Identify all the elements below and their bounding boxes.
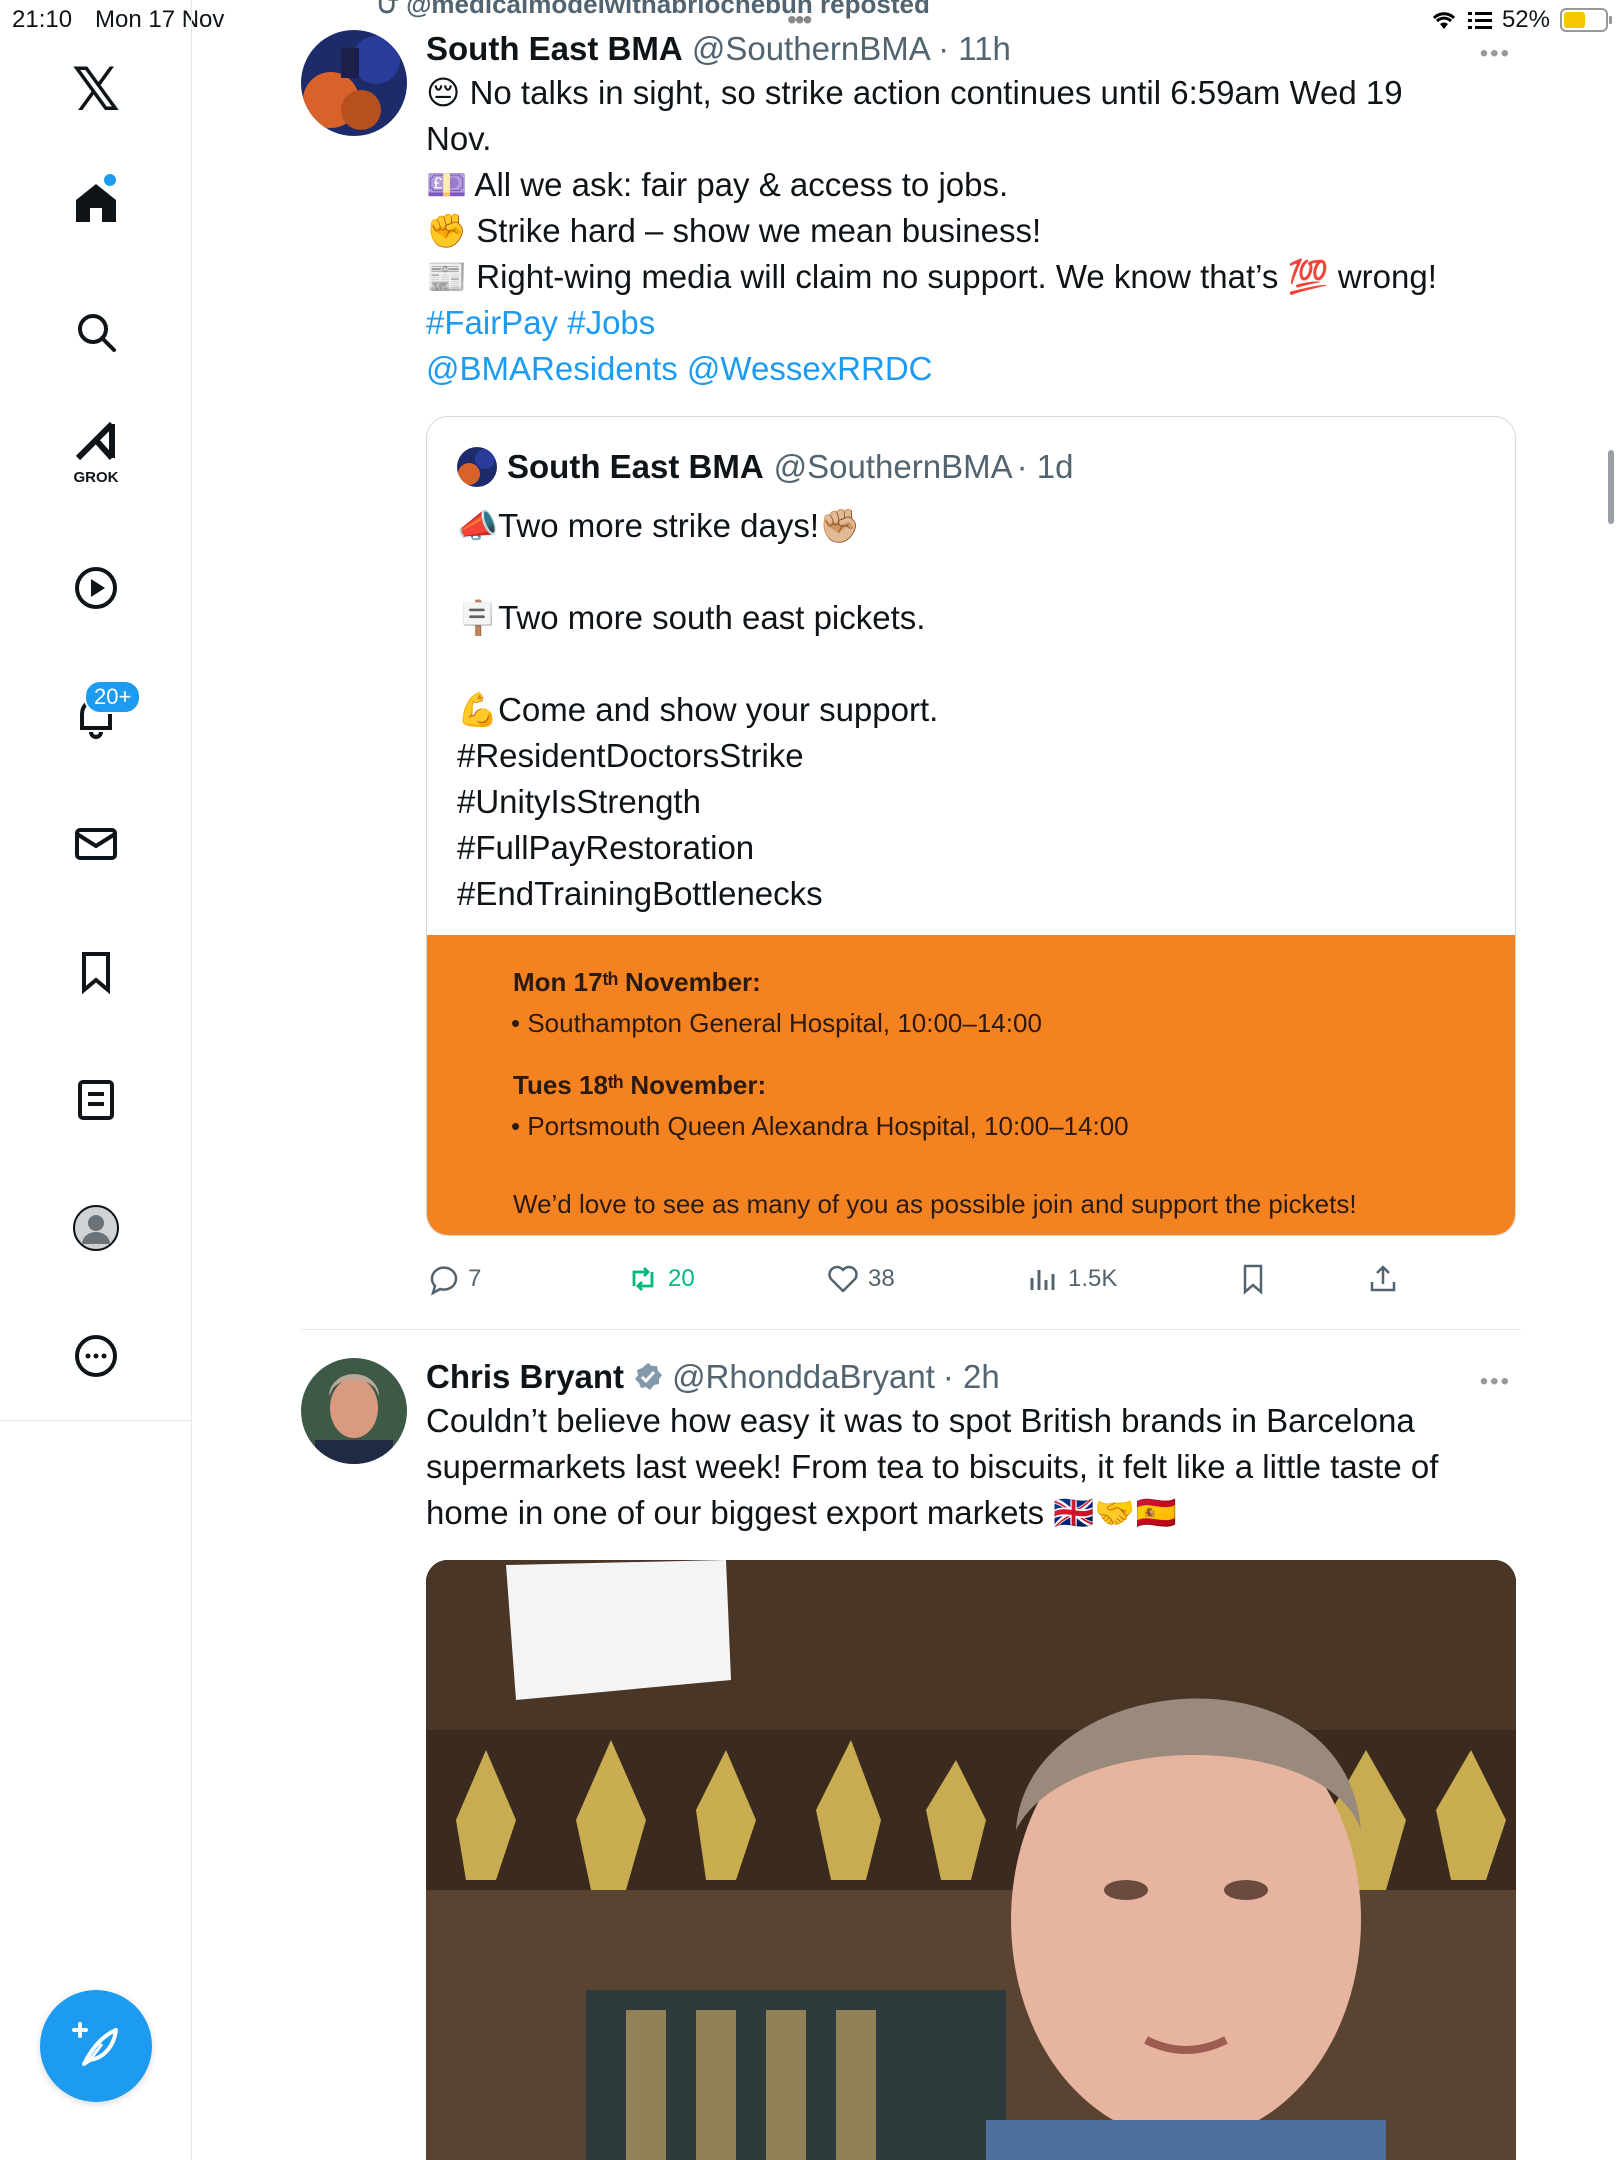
repost-banner[interactable]: ⮍ @medicalmodelwithabriochebun reposted: [378, 0, 930, 30]
tweet-divider: [301, 1329, 1521, 1330]
reply-icon: [430, 1266, 458, 1296]
quoted-hashtag: #UnityIsStrength: [457, 783, 701, 820]
quoted-tweet[interactable]: South East BMA @SouthernBMA · 1d 📣Two mo…: [426, 416, 1516, 1236]
compose-post-button[interactable]: [40, 1990, 152, 2102]
flyer-day1-title: Mon 17ᵗʰ November:: [513, 967, 761, 997]
tweet-text: 😔 No talks in sight, so strike action co…: [426, 70, 1516, 392]
profile-avatar-icon[interactable]: [56, 1188, 136, 1268]
tweet-line: Couldn’t believe how easy it was to spot…: [426, 1402, 1415, 1439]
quoted-tweet-header: South East BMA @SouthernBMA · 1d: [457, 447, 1074, 487]
quoted-line: [457, 641, 938, 687]
tweet-line: 💷 All we ask: fair pay & access to jobs.: [426, 166, 1009, 203]
tweet-line: home in one of our biggest export market…: [426, 1494, 1177, 1531]
quoted-line: [457, 549, 938, 595]
bookmark-icon[interactable]: [56, 932, 136, 1012]
mention-links[interactable]: @BMAResidents @WessexRRDC: [426, 346, 1516, 392]
quoted-hashtag: #FullPayRestoration: [457, 829, 755, 866]
more-options-icon[interactable]: •••: [1480, 1368, 1511, 1396]
tweet-time[interactable]: · 11h: [938, 30, 1011, 67]
share-icon: [1370, 1265, 1396, 1292]
view-count: 1.5K: [1068, 1265, 1118, 1292]
tweet-content: Chris Bryant @RhonddaBryant · 2h Couldn’…: [426, 1358, 1516, 1536]
views-button[interactable]: 1.5K: [1026, 1262, 1117, 1296]
flyer-day2-item: • Portsmouth Queen Alexandra Hospital, 1…: [511, 1111, 1129, 1141]
timeline: ⮍ @medicalmodelwithabriochebun reposted …: [193, 0, 1620, 2160]
compose-feather-icon: [72, 2022, 118, 2066]
flyer-day2-title: Tues 18ᵗʰ November:: [513, 1070, 767, 1100]
tweet[interactable]: Chris Bryant @RhonddaBryant · 2h Couldn’…: [301, 1358, 1521, 2160]
tweet-line: 📰 Right-wing media will claim no support…: [426, 254, 1516, 300]
verified-badge-icon: [635, 1363, 663, 1390]
share-button[interactable]: [1366, 1262, 1400, 1296]
notifications-bell-icon[interactable]: 20+: [56, 676, 142, 756]
bookmark-icon: [1243, 1264, 1263, 1295]
scrollbar-thumb[interactable]: [1608, 450, 1614, 524]
avatar[interactable]: [301, 30, 407, 136]
lists-icon[interactable]: [56, 1060, 136, 1140]
sidebar-divider: [0, 1420, 192, 1421]
tweet-line: Nov.: [426, 120, 492, 157]
home-unread-dot: [104, 174, 116, 186]
reply-button[interactable]: 7: [426, 1262, 481, 1296]
reply-count: 7: [468, 1265, 482, 1292]
x-logo-icon[interactable]: 𝕏: [56, 50, 136, 130]
views-chart-icon: [1030, 1270, 1055, 1290]
quoted-hashtag: #ResidentDoctorsStrike: [457, 737, 804, 774]
more-options-icon[interactable]: [56, 1316, 136, 1396]
repost-button[interactable]: 20: [626, 1262, 695, 1296]
quoted-hashtag: #EndTrainingBottlenecks: [457, 875, 823, 912]
tweet-header: Chris Bryant @RhonddaBryant · 2h: [426, 1358, 1516, 1396]
quoted-author-handle: @SouthernBMA: [773, 448, 1013, 485]
tweet-line-text: wrong!: [1337, 258, 1437, 295]
quoted-tweet-text: 📣Two more strike days!✊🏼 🪧Two more south…: [457, 503, 938, 917]
tweet-content: South East BMA @SouthernBMA · 11h 😔 No t…: [426, 30, 1516, 392]
hundred-emoji: 💯: [1287, 258, 1329, 295]
x-logo-glyph: 𝕏: [71, 55, 121, 125]
like-count: 38: [868, 1265, 895, 1292]
search-icon[interactable]: [56, 292, 136, 372]
author-name[interactable]: South East BMA: [426, 30, 683, 67]
more-options-icon[interactable]: •••: [1480, 40, 1511, 68]
repost-icon: [632, 1267, 654, 1291]
video-media[interactable]: [426, 1560, 1516, 2160]
tweet-time[interactable]: · 2h: [943, 1358, 1000, 1396]
notifications-badge: 20+: [84, 680, 142, 714]
flyer-footer: We’d love to see as many of you as possi…: [513, 1189, 1357, 1219]
sidebar: 𝕏 GROK 20+: [0, 0, 192, 2160]
tweet[interactable]: South East BMA @SouthernBMA · 11h 😔 No t…: [301, 30, 1521, 1330]
quoted-author-name: South East BMA: [507, 448, 764, 485]
tweet-line: supermarkets last week! From tea to bisc…: [426, 1448, 1439, 1485]
author-handle[interactable]: @SouthernBMA: [692, 30, 929, 67]
grok-label: GROK: [73, 469, 119, 486]
tweet-header: South East BMA @SouthernBMA · 11h: [426, 30, 1516, 68]
video-frame-image: [426, 1560, 1516, 2160]
quoted-line: 🪧Two more south east pickets.: [457, 599, 926, 636]
tweet-actions: 7 20 38 1.5K: [426, 1262, 1516, 1312]
author-handle[interactable]: @RhonddaBryant: [672, 1358, 935, 1396]
avatar[interactable]: [301, 1358, 407, 1464]
tweet-text: Couldn’t believe how easy it was to spot…: [426, 1398, 1516, 1536]
video-icon[interactable]: [56, 548, 136, 628]
repost-count: 20: [668, 1265, 695, 1292]
bookmark-button[interactable]: [1236, 1262, 1270, 1296]
home-icon[interactable]: [56, 162, 136, 242]
quoted-avatar[interactable]: [457, 447, 497, 487]
tweet-line: ✊ Strike hard – show we mean business!: [426, 212, 1042, 249]
tweet-line: 😔 No talks in sight, so strike action co…: [426, 74, 1403, 111]
author-name[interactable]: Chris Bryant: [426, 1358, 624, 1396]
repost-banner-icon: ⮍: [378, 0, 407, 19]
like-button[interactable]: 38: [826, 1262, 895, 1296]
quoted-line: 📣Two more strike days!✊🏼: [457, 507, 861, 544]
flyer-day1-item: • Southampton General Hospital, 10:00–14…: [511, 1008, 1042, 1038]
heart-icon: [828, 1265, 858, 1293]
messages-envelope-icon[interactable]: [56, 804, 136, 884]
picket-flyer-image[interactable]: Mon 17ᵗʰ November: • Southampton General…: [427, 935, 1515, 1235]
grok-icon[interactable]: GROK: [56, 412, 136, 492]
quoted-tweet-time: · 1d: [1016, 448, 1074, 485]
repost-banner-text: @medicalmodelwithabriochebun reposted: [406, 0, 930, 19]
tweet-line-text: 📰 Right-wing media will claim no support…: [426, 258, 1279, 295]
quoted-line: 💪Come and show your support.: [457, 691, 939, 728]
hashtag-links[interactable]: #FairPay #Jobs: [426, 300, 1516, 346]
